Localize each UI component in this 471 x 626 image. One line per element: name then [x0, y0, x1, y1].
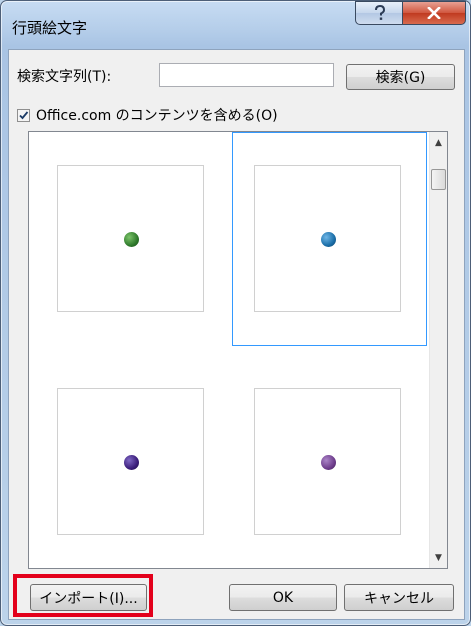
bullet-tile-blue[interactable]: [254, 165, 401, 312]
search-input[interactable]: [159, 63, 334, 87]
close-button[interactable]: [402, 1, 466, 25]
bullet-tile-green[interactable]: [57, 165, 204, 312]
violet-bullet-icon: [321, 455, 336, 470]
blue-bullet-icon: [321, 232, 336, 247]
ok-button[interactable]: OK: [229, 584, 337, 611]
help-button[interactable]: [355, 1, 404, 25]
scroll-down-arrow-icon[interactable]: ▼: [430, 549, 447, 566]
title-bar: 行頭絵文字: [1, 1, 470, 49]
bullet-tile-purple[interactable]: [57, 388, 204, 535]
dialog-title: 行頭絵文字: [12, 19, 88, 37]
close-icon: [427, 7, 441, 19]
checkmark-icon: [19, 110, 29, 119]
green-bullet-icon: [124, 232, 139, 247]
scroll-up-arrow-icon[interactable]: ▲: [430, 134, 447, 151]
bullet-gallery: ▲ ▼: [28, 131, 448, 569]
dialog-body: 検索文字列(T): 検索(G) Office.com のコンテンツを含める(O): [8, 49, 465, 620]
include-online-option[interactable]: Office.com のコンテンツを含める(O): [17, 105, 278, 125]
bullet-tile-violet[interactable]: [254, 388, 401, 535]
help-icon: [374, 5, 385, 20]
bullet-picture-dialog: 行頭絵文字 検索文字列(T): 検索(G) Office.com のコンテンツを…: [0, 0, 471, 626]
scroll-thumb[interactable]: [431, 169, 446, 190]
search-button[interactable]: 検索(G): [346, 64, 455, 90]
include-online-label: Office.com のコンテンツを含める(O): [36, 108, 278, 124]
cancel-button[interactable]: キャンセル: [344, 584, 454, 611]
vertical-scrollbar[interactable]: ▲ ▼: [429, 132, 447, 568]
include-online-checkbox[interactable]: [17, 108, 30, 122]
purple-bullet-icon: [124, 455, 139, 470]
import-highlight-box: [13, 574, 153, 617]
search-label: 検索文字列(T):: [17, 69, 112, 85]
